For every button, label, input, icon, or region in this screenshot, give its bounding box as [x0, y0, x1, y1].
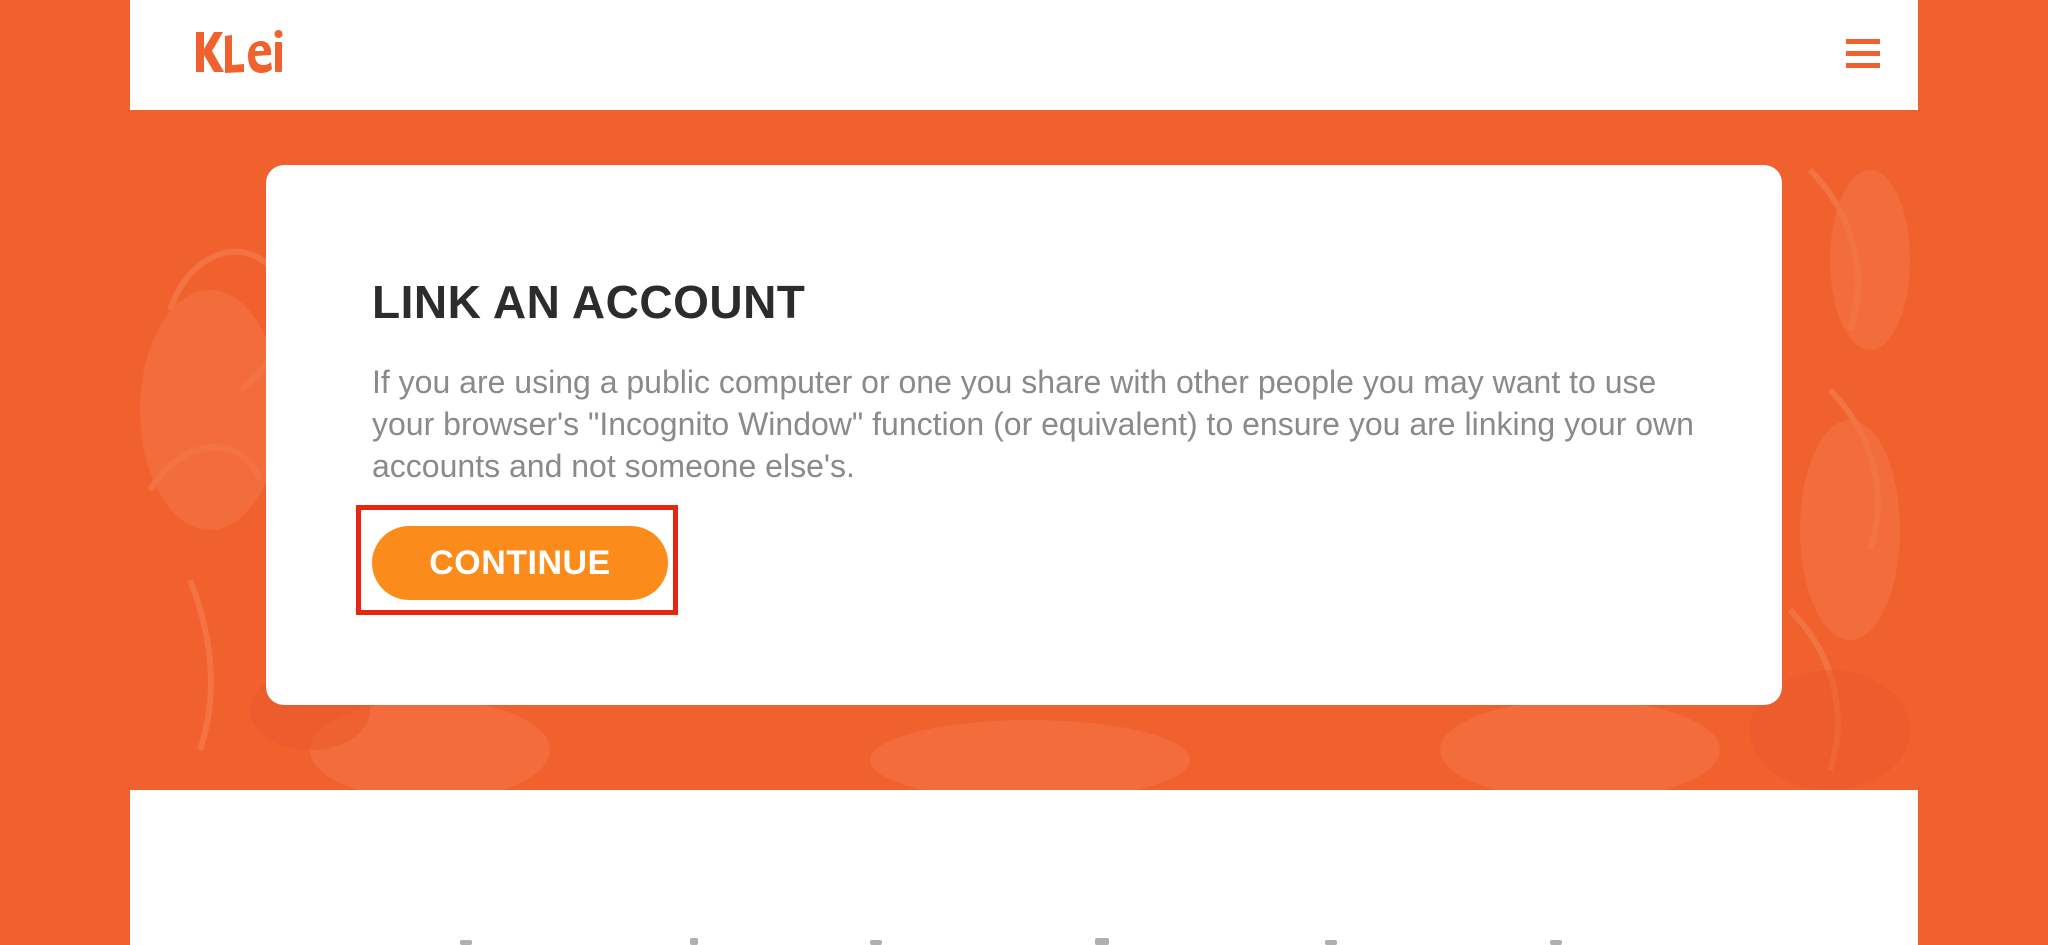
hero-banner: LINK AN ACCOUNT If you are using a publi…	[130, 110, 1918, 790]
top-navigation-bar	[130, 0, 1918, 110]
continue-button[interactable]: CONTINUE	[372, 526, 668, 600]
footer-partial-content	[460, 938, 1562, 945]
dialog-title: LINK AN ACCOUNT	[372, 276, 806, 328]
link-account-dialog: LINK AN ACCOUNT If you are using a publi…	[266, 165, 1782, 705]
hamburger-menu-icon	[1846, 39, 1880, 68]
page: LINK AN ACCOUNT If you are using a publi…	[130, 0, 1918, 945]
hamburger-menu-button[interactable]	[1845, 36, 1881, 72]
klei-logo[interactable]	[192, 22, 286, 80]
klei-logo-icon	[196, 30, 283, 73]
dialog-message: If you are using a public computer or on…	[372, 364, 1694, 484]
